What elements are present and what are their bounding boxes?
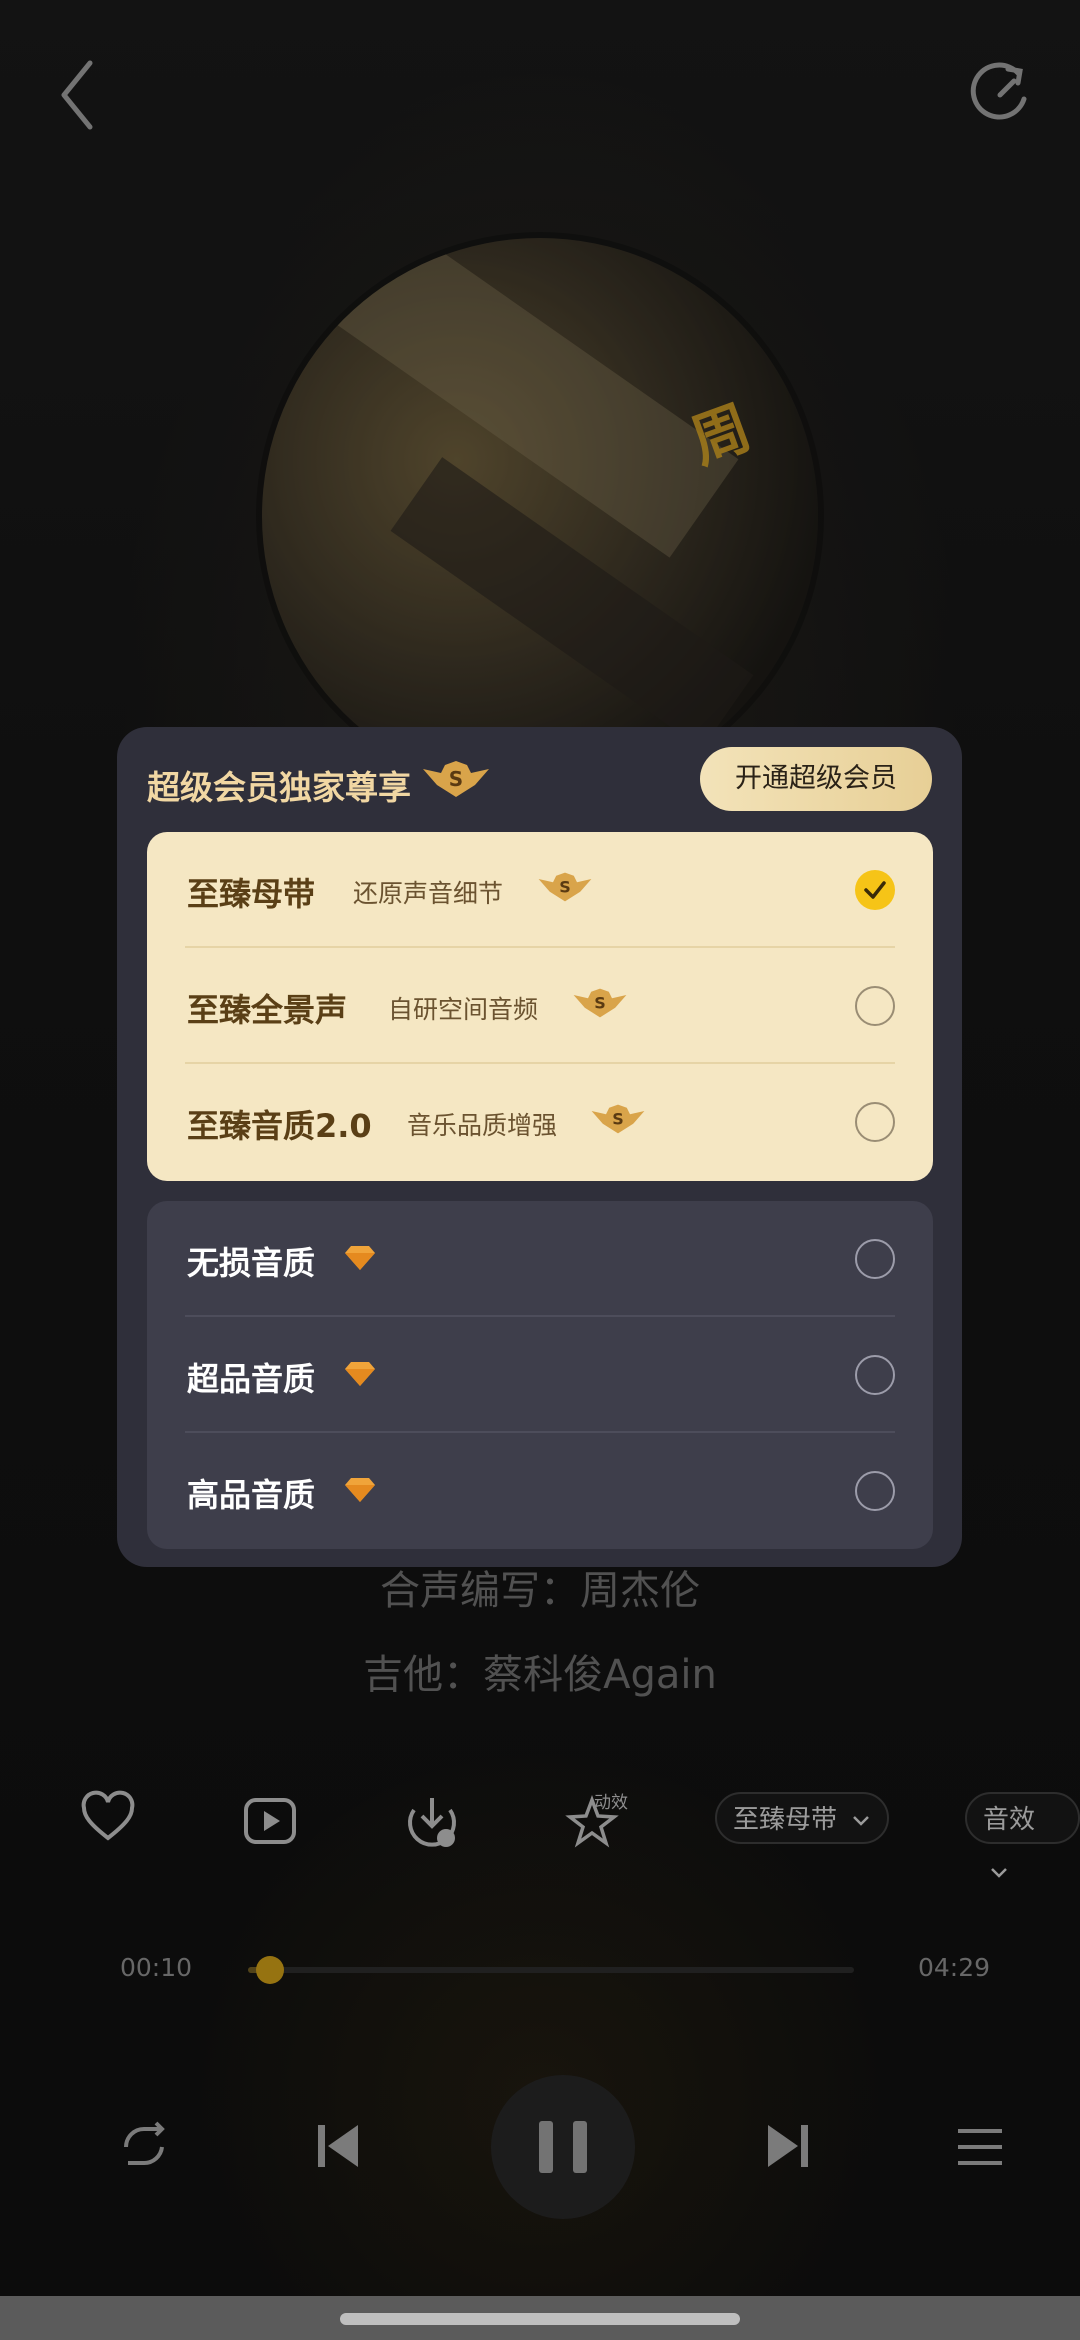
option-name: 高品音质 [187, 1476, 316, 1514]
option-spatial-audio[interactable]: 至臻全景声 自研空间音频 S [147, 948, 933, 1064]
quality-sheet: 超级会员独家尊享 S 开通超级会员 至臻母带 还原声音细节 S 至臻全景声 自研… [117, 727, 962, 1567]
radio-selected[interactable] [855, 870, 895, 910]
radio-unselected[interactable] [855, 1239, 895, 1279]
radio-unselected[interactable] [855, 1471, 895, 1511]
diamond-icon [345, 1362, 375, 1386]
option-desc: 还原声音细节 [353, 879, 504, 908]
radio-unselected[interactable] [855, 986, 895, 1026]
svg-text:S: S [594, 994, 606, 1013]
diamond-icon [345, 1478, 375, 1502]
diamond-icon [345, 1246, 375, 1270]
option-high-quality[interactable]: 高品音质 [147, 1433, 933, 1549]
radio-unselected[interactable] [855, 1102, 895, 1142]
option-master-tape[interactable]: 至臻母带 还原声音细节 S [147, 832, 933, 948]
option-super-quality[interactable]: 超品音质 [147, 1317, 933, 1433]
svg-text:S: S [559, 878, 571, 897]
option-name: 至臻全景声 [187, 991, 348, 1029]
premium-quality-group: 至臻母带 还原声音细节 S 至臻全景声 自研空间音频 S 至臻音质2.0 音乐品… [147, 832, 933, 1181]
option-lossless[interactable]: 无损音质 [147, 1201, 933, 1317]
sheet-title: 超级会员独家尊享 [147, 768, 411, 807]
svg-text:S: S [449, 767, 463, 791]
svip-badge-icon: S [423, 761, 489, 797]
standard-quality-group: 无损音质 超品音质 高品音质 [147, 1201, 933, 1549]
svip-badge-icon: S [591, 1104, 645, 1134]
svip-badge-icon: S [538, 872, 592, 902]
option-name: 至臻母带 [187, 875, 316, 913]
option-name: 至臻音质2.0 [187, 1107, 372, 1145]
svip-badge-icon: S [573, 988, 627, 1018]
svg-text:S: S [612, 1110, 624, 1129]
option-desc: 音乐品质增强 [407, 1111, 558, 1140]
option-name: 无损音质 [187, 1244, 316, 1282]
option-quality-2[interactable]: 至臻音质2.0 音乐品质增强 S [147, 1064, 933, 1180]
open-svip-button[interactable]: 开通超级会员 [700, 747, 932, 811]
radio-unselected[interactable] [855, 1355, 895, 1395]
check-icon [864, 881, 886, 899]
option-desc: 自研空间音频 [388, 995, 539, 1024]
option-name: 超品音质 [187, 1360, 316, 1398]
